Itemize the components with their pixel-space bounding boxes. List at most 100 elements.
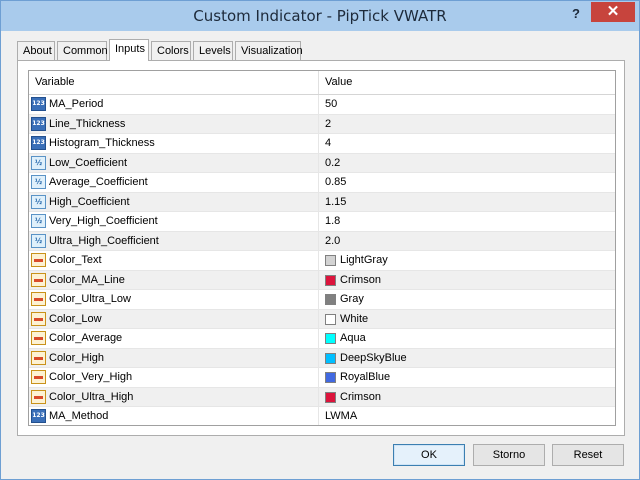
tab-about[interactable]: About bbox=[17, 41, 55, 60]
variable-name: Low_Coefficient bbox=[49, 156, 128, 169]
column-separator bbox=[318, 329, 319, 348]
value-text: Aqua bbox=[340, 332, 366, 344]
input-row-color-ultra-low[interactable]: Color_Ultra_Low Gray bbox=[29, 290, 615, 310]
column-header-variable[interactable]: Variable bbox=[29, 71, 75, 94]
help-button[interactable]: ? bbox=[565, 3, 587, 25]
color-icon bbox=[31, 331, 46, 345]
color-swatch bbox=[325, 294, 336, 305]
value-cell[interactable]: 1.8 bbox=[325, 212, 340, 231]
value-cell[interactable]: White bbox=[325, 310, 368, 329]
close-button[interactable]: ✕ bbox=[591, 2, 635, 22]
value-cell[interactable]: 50 bbox=[325, 95, 337, 114]
input-row-color-very-high[interactable]: Color_Very_High RoyalBlue bbox=[29, 368, 615, 388]
color-swatch bbox=[325, 352, 336, 364]
variable-name: Average_Coefficient bbox=[49, 176, 148, 188]
value-text: Crimson bbox=[340, 390, 381, 403]
input-row-ma-method[interactable]: 123 MA_Method LWMA bbox=[29, 407, 615, 425]
value-text: 50 bbox=[325, 98, 338, 110]
variable-name: Line_Thickness bbox=[49, 117, 126, 130]
variable-name: High_Coefficient bbox=[49, 195, 130, 208]
value-cell[interactable]: 0.85 bbox=[325, 173, 346, 192]
value-cell[interactable]: DeepSkyBlue bbox=[325, 349, 407, 368]
color-swatch bbox=[325, 372, 336, 383]
input-row-low-coefficient[interactable]: ½ Low_Coefficient 0.2 bbox=[29, 153, 615, 173]
value-text: Crimson bbox=[340, 273, 381, 286]
input-row-color-ultra-high[interactable]: Color_Ultra_High Crimson bbox=[29, 387, 615, 407]
variable-name: Color_Average bbox=[49, 332, 123, 344]
column-separator bbox=[318, 153, 319, 173]
column-separator bbox=[318, 270, 319, 290]
value-cell[interactable]: RoyalBlue bbox=[325, 368, 390, 387]
column-separator bbox=[318, 114, 319, 134]
value-text: DeepSkyBlue bbox=[340, 351, 407, 364]
input-row-color-average[interactable]: Color_Average Aqua bbox=[29, 329, 615, 349]
tab-inputs[interactable]: Inputs bbox=[109, 39, 149, 61]
value-cell[interactable]: 1.15 bbox=[325, 193, 346, 212]
tab-visualization[interactable]: Visualization bbox=[235, 41, 303, 60]
input-row-average-coefficient[interactable]: ½ Average_Coefficient 0.85 bbox=[29, 173, 615, 193]
column-separator bbox=[318, 173, 319, 192]
dialog-window: Custom Indicator - PipTick VWATR ? ✕ Abo… bbox=[0, 0, 640, 480]
value-text: 1.15 bbox=[325, 195, 347, 208]
value-text: 1.8 bbox=[325, 215, 341, 227]
variable-name: MA_Period bbox=[49, 98, 104, 110]
tab-colors[interactable]: Colors bbox=[151, 41, 191, 60]
column-separator bbox=[318, 309, 319, 329]
cancel-button[interactable]: Storno bbox=[473, 444, 545, 466]
tab-common[interactable]: Common bbox=[57, 41, 108, 60]
input-row-ultra-high-coefficient[interactable]: ½ Ultra_High_Coefficient 2.0 bbox=[29, 231, 615, 251]
variable-name: Color_Ultra_Low bbox=[49, 293, 131, 305]
reset-button[interactable]: Reset bbox=[552, 444, 624, 466]
value-cell[interactable]: Crimson bbox=[325, 388, 381, 407]
value-cell[interactable]: Gray bbox=[325, 290, 364, 309]
column-header-value[interactable]: Value bbox=[319, 71, 352, 94]
variable-name: Histogram_Thickness bbox=[49, 137, 155, 149]
title-bar[interactable]: Custom Indicator - PipTick VWATR ? ✕ bbox=[1, 1, 639, 31]
color-swatch bbox=[325, 391, 336, 403]
grid-header: Variable Value bbox=[29, 71, 615, 95]
input-row-color-text[interactable]: Color_Text LightGray bbox=[29, 251, 615, 271]
color-icon bbox=[31, 272, 46, 287]
color-icon bbox=[31, 350, 46, 365]
double-icon: ½ bbox=[31, 194, 46, 209]
value-text: 4 bbox=[325, 137, 332, 149]
value-cell[interactable]: 2 bbox=[325, 115, 331, 134]
value-text: LWMA bbox=[325, 410, 358, 422]
variable-name: Color_High bbox=[49, 351, 105, 364]
value-text: White bbox=[340, 312, 369, 325]
tab-levels[interactable]: Levels bbox=[193, 41, 233, 60]
color-swatch bbox=[325, 333, 336, 344]
input-row-color-ma-line[interactable]: Color_MA_Line Crimson bbox=[29, 270, 615, 290]
inputs-grid: Variable Value 123 MA_Period 50 123 Line_Thi… bbox=[28, 70, 616, 426]
input-row-very-high-coefficient[interactable]: ½ Very_High_Coefficient 1.8 bbox=[29, 212, 615, 232]
window-title: Custom Indicator - PipTick VWATR bbox=[193, 7, 447, 25]
value-text: 2.0 bbox=[325, 234, 341, 247]
color-swatch bbox=[325, 313, 336, 325]
value-cell[interactable]: LightGray bbox=[325, 251, 388, 270]
input-row-histogram-thickness[interactable]: 123 Histogram_Thickness 4 bbox=[29, 134, 615, 154]
input-row-line-thickness[interactable]: 123 Line_Thickness 2 bbox=[29, 114, 615, 134]
column-separator bbox=[318, 348, 319, 368]
double-icon: ½ bbox=[31, 155, 46, 170]
integer-icon: 123 bbox=[31, 136, 46, 150]
value-cell[interactable]: 4 bbox=[325, 134, 331, 153]
value-cell[interactable]: LWMA bbox=[325, 407, 358, 425]
value-cell[interactable]: 2.0 bbox=[325, 232, 340, 251]
column-separator bbox=[318, 231, 319, 251]
input-row-ma-period[interactable]: 123 MA_Period 50 bbox=[29, 95, 615, 115]
input-row-color-high[interactable]: Color_High DeepSkyBlue bbox=[29, 348, 615, 368]
variable-name: MA_Method bbox=[49, 410, 109, 422]
value-cell[interactable]: 0.2 bbox=[325, 154, 340, 173]
column-separator bbox=[318, 251, 319, 270]
variable-name: Color_Ultra_High bbox=[49, 390, 134, 403]
value-cell[interactable]: Crimson bbox=[325, 271, 381, 290]
value-cell[interactable]: Aqua bbox=[325, 329, 366, 348]
value-text: RoyalBlue bbox=[340, 371, 391, 383]
variable-name: Color_Very_High bbox=[49, 371, 133, 383]
color-icon bbox=[31, 389, 46, 404]
ok-button[interactable]: OK bbox=[393, 444, 465, 466]
input-row-color-low[interactable]: Color_Low White bbox=[29, 309, 615, 329]
color-swatch bbox=[325, 255, 336, 266]
input-row-high-coefficient[interactable]: ½ High_Coefficient 1.15 bbox=[29, 192, 615, 212]
integer-icon: 123 bbox=[31, 116, 46, 131]
